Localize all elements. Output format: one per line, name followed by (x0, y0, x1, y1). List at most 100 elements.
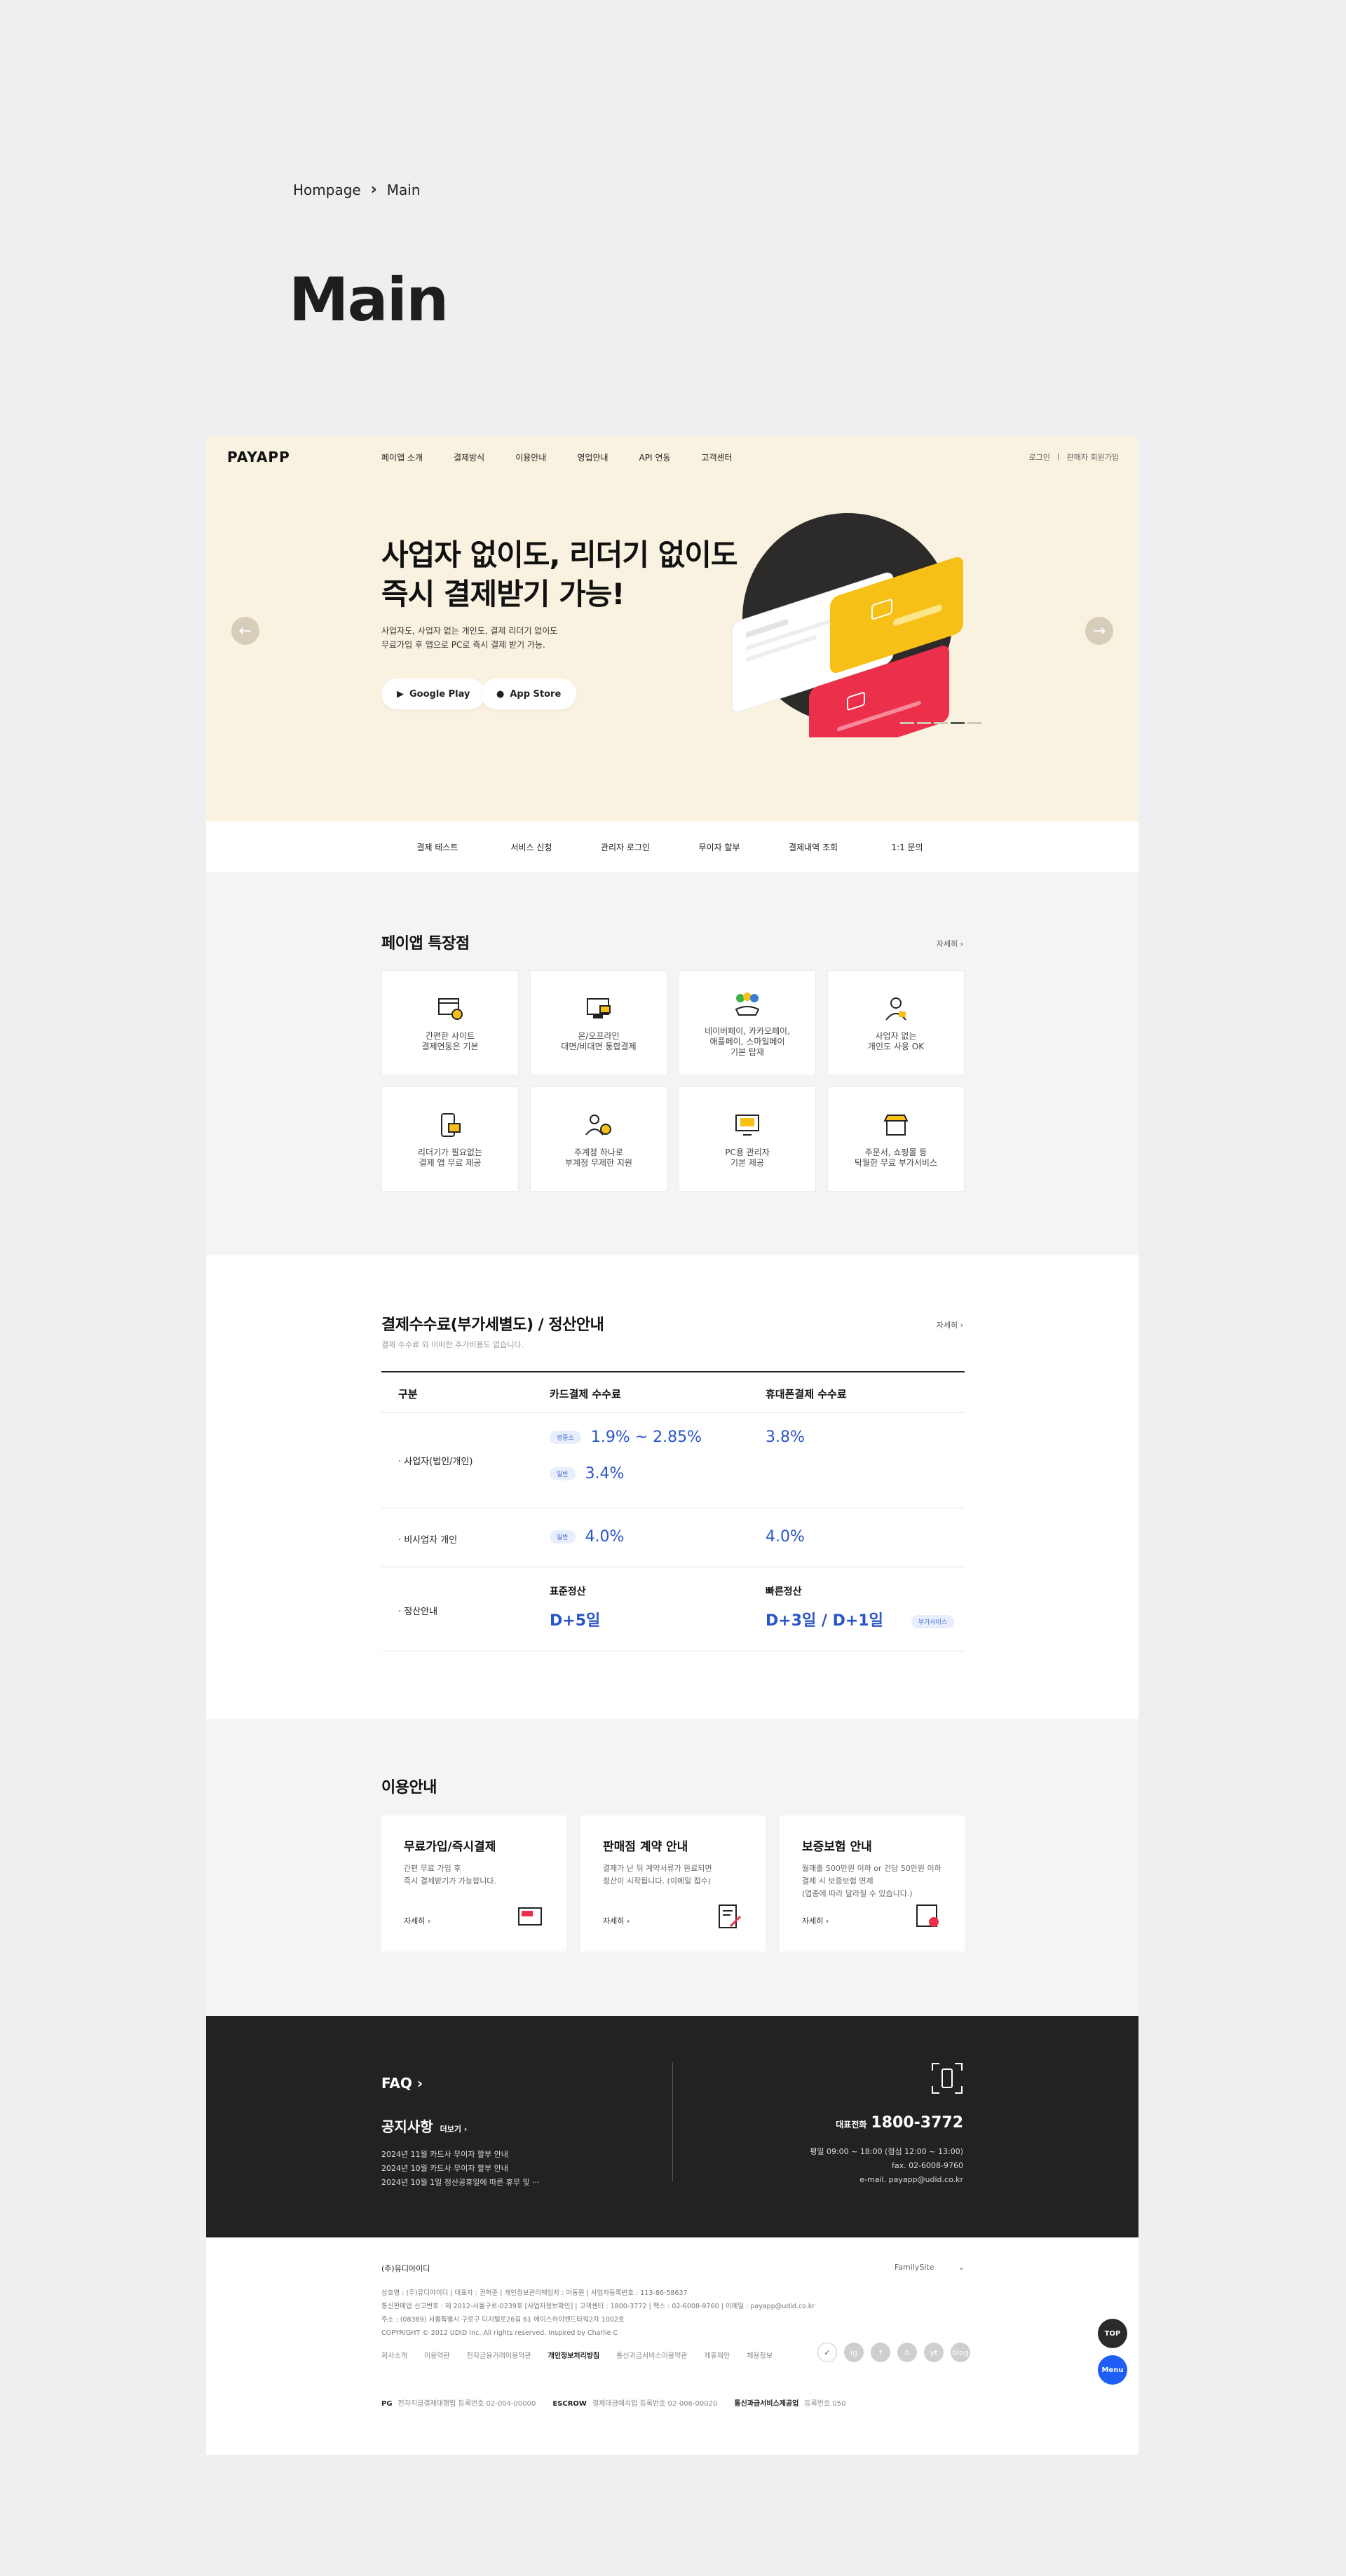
company-info: 상호명 : (주)유디아이디 | 대표자 : 권혁준 | 개인정보관리책임자 :… (381, 2289, 815, 2337)
feature-card: 주계정 하나로 부계정 무제한 지원 (530, 1086, 667, 1192)
more-link[interactable]: 자세히 › (404, 1915, 430, 1926)
page-bottom-edge (213, 2408, 1131, 2453)
footer-link[interactable]: 통신과금서비스이용약관 (616, 2350, 687, 2360)
feature-card: 리더기가 필요없는 결제 앱 무료 제공 (381, 1086, 519, 1192)
guide-card[interactable]: 보증보험 안내 월매출 500만원 이하 or 건당 50만원 이하 결제 시 … (780, 1815, 965, 1951)
support-section: FAQ › 공지사항 더보기 › 2024년 11월 카드사 무이자 할부 안내 … (206, 2016, 1138, 2237)
menu-item[interactable]: 이용안내 (515, 451, 546, 463)
more-link[interactable]: 자세히 › (802, 1915, 829, 1926)
family-site-select[interactable]: FamilySite ⌄ (895, 2263, 965, 2272)
util-links: 로그인 | 판매자 회원가입 (1028, 451, 1119, 463)
browser-payment-icon (438, 998, 463, 1020)
certification-icon: ✓ (817, 2343, 837, 2362)
instagram-icon[interactable]: ig (844, 2343, 864, 2362)
phone-icon (932, 2063, 963, 2094)
feature-card: 네이버페이, 카카오페이, 애플페이, 스마일페이 기본 탑재 (679, 970, 816, 1075)
menu-item[interactable]: 영업안내 (577, 451, 608, 463)
quick-link[interactable]: 1:1 문의 (860, 841, 954, 853)
features-grid: 간편한 사이트 결제연동은 기본 온/오프라인 대면/비대면 통합결제 네이버페… (381, 970, 965, 1192)
notice-item[interactable]: 2024년 10월 카드사 무이자 할부 안내 (381, 2162, 540, 2176)
feature-card: 온/오프라인 대면/비대면 통합결제 (530, 970, 667, 1075)
slide-indicator[interactable] (900, 722, 981, 724)
footer-link[interactable]: 채용정보 (747, 2350, 773, 2360)
quick-link[interactable]: 관리자 로그인 (578, 841, 672, 853)
more-link[interactable]: 자세히 › (937, 1319, 963, 1330)
feature-card: PC용 관리자 기본 제공 (679, 1086, 816, 1192)
feature-card: 간편한 사이트 결제연동은 기본 (381, 970, 519, 1075)
footer-link[interactable]: 제휴제안 (704, 2350, 730, 2360)
table-header: 구분 카드결제 수수료 휴대폰결제 수수료 (381, 1372, 965, 1413)
breadcrumb-current: Main (386, 181, 421, 198)
next-slide-button[interactable]: → (1085, 617, 1113, 645)
guide-card[interactable]: 무료가입/즉시결제 간편 무료 가입 후 즉시 결제받기가 가능합니다. 자세히… (381, 1815, 566, 1951)
menu-item[interactable]: 고객센터 (701, 451, 732, 463)
app-store-button[interactable]: ● App Store (481, 679, 577, 709)
breadcrumb-home[interactable]: Hompage (293, 182, 361, 198)
blog-icon[interactable]: b (897, 2343, 917, 2362)
notice-more-link[interactable]: 더보기 › (440, 2125, 468, 2134)
table-row: · 사업자(법인/개인) 영중소 1.9% ~ 2.85% 일반 3.4% 3.8% (381, 1413, 965, 1508)
hero-cards-illustration (731, 513, 963, 737)
easy-pay-icon (735, 992, 760, 1016)
person-icon (885, 997, 906, 1021)
top-nav: PAYAPP 페이앱 소개 결제방식 이용안내 영업안내 API 연동 고객센터… (206, 436, 1138, 478)
notice-list: 2024년 11월 카드사 무이자 할부 안내 2024년 10월 카드사 무이… (381, 2148, 540, 2190)
login-link[interactable]: 로그인 (1029, 451, 1050, 463)
contract-icon (719, 1904, 742, 1928)
page-title: Main (289, 265, 449, 335)
youtube-icon[interactable]: yt (924, 2343, 944, 2362)
hero-description: 사업자도, 사업자 없는 개인도, 결제 리더기 없이도 무료가입 후 앱으로 … (381, 626, 558, 650)
more-link[interactable]: 자세히 › (937, 938, 963, 949)
feature-card: 주문서, 쇼핑몰 등 탁월한 무료 부가서비스 (827, 1086, 965, 1192)
notice-item[interactable]: 2024년 11월 카드사 무이자 할부 안내 (381, 2148, 540, 2162)
notice-title: 공지사항 더보기 › (381, 2118, 468, 2135)
top-button[interactable]: TOP (1098, 2319, 1127, 2348)
faq-link[interactable]: FAQ › (381, 2075, 423, 2092)
menu-item[interactable]: 결제방식 (454, 451, 484, 463)
google-play-button[interactable]: ▶ Google Play (381, 679, 486, 709)
guide-card[interactable]: 판매점 계약 안내 결제가 난 뒤 계약서류가 완료되면 정산이 시작됩니다. … (580, 1815, 766, 1951)
section-title: 페이앱 특장점 (381, 935, 470, 953)
footer-link[interactable]: 이용약관 (424, 2350, 450, 2360)
fees-table: 구분 카드결제 수수료 휴대폰결제 수수료 · 사업자(법인/개인) 영중소 1.… (381, 1371, 965, 1651)
table-row: · 비사업자 개인 일반 4.0% 4.0% (381, 1508, 965, 1567)
chevron-down-icon: ⌄ (958, 2263, 965, 2272)
shop-icon (883, 1115, 909, 1136)
quick-link[interactable]: 무이자 할부 (672, 841, 766, 853)
feature-card: 사업자 없는 개인도 사용 OK (827, 970, 965, 1075)
chevron-right-icon: › (370, 181, 377, 198)
signup-link[interactable]: 판매자 회원가입 (1067, 451, 1119, 463)
footer-link[interactable]: 개인정보처리방침 (548, 2350, 600, 2360)
more-link[interactable]: 자세히 › (603, 1915, 630, 1926)
social-links: ✓ ig f b yt blog (817, 2343, 970, 2362)
footer-link[interactable]: 전자금융거래이용약관 (467, 2350, 531, 2360)
company-name: (주)유디아이디 (381, 2264, 430, 2273)
footer-links: 회사소개 이용약관 전자금융거래이용약관 개인정보처리방침 통신과금서비스이용약… (381, 2350, 773, 2360)
main-menu: 페이앱 소개 결제방식 이용안내 영업안내 API 연동 고객센터 (381, 451, 733, 463)
logo[interactable]: PAYAPP (227, 449, 290, 465)
section-title: 결제수수료(부가세별도) / 정산안내 (381, 1316, 604, 1334)
quick-link[interactable]: 결제 테스트 (390, 841, 484, 853)
divider (672, 2062, 673, 2181)
guide-section: 이용안내 무료가입/즉시결제 간편 무료 가입 후 즉시 결제받기가 가능합니다… (206, 1719, 1138, 2016)
facebook-icon[interactable]: f (871, 2343, 890, 2362)
naver-blog-icon[interactable]: blog (951, 2343, 970, 2362)
notice-item[interactable]: 2024년 10월 1일 정산공휴일에 따른 휴무 및 ··· (381, 2176, 540, 2190)
features-section: 페이앱 특장점 자세히 › 간편한 사이트 결제연동은 기본 온/오프라인 대면… (206, 872, 1138, 1255)
hero-section: PAYAPP 페이앱 소개 결제방식 이용안내 영업안내 API 연동 고객센터… (206, 436, 1138, 822)
quick-link[interactable]: 결제내역 조회 (766, 841, 860, 853)
footer-link[interactable]: 회사소개 (381, 2350, 407, 2360)
phone-number: 대표전화 1800-3772 (836, 2114, 963, 2132)
fees-section: 결제수수료(부가세별도) / 정산안내 자세히 › 결제 수수료 외 어떠한 추… (206, 1255, 1138, 1719)
prev-slide-button[interactable]: ← (231, 617, 259, 645)
menu-item[interactable]: 페이앱 소개 (381, 451, 423, 463)
quick-links: 결제 테스트 서비스 신청 관리자 로그인 무이자 할부 결제내역 조회 1:1… (206, 822, 1138, 872)
support-hours: 평일 09:00 ~ 18:00 (점심 12:00 ~ 13:00) fax.… (810, 2147, 963, 2184)
table-row: · 정산안내 표준정산 D+5일 빠른정산 D+3일 / D+1일 부가서비스 (381, 1567, 965, 1651)
certificate-icon (916, 1904, 939, 1927)
quick-link[interactable]: 서비스 신청 (484, 841, 578, 853)
mobile-app-icon (441, 1113, 461, 1137)
menu-button[interactable]: Menu (1098, 2355, 1127, 2385)
menu-item[interactable]: API 연동 (639, 451, 671, 463)
apple-icon: ● (496, 688, 505, 700)
